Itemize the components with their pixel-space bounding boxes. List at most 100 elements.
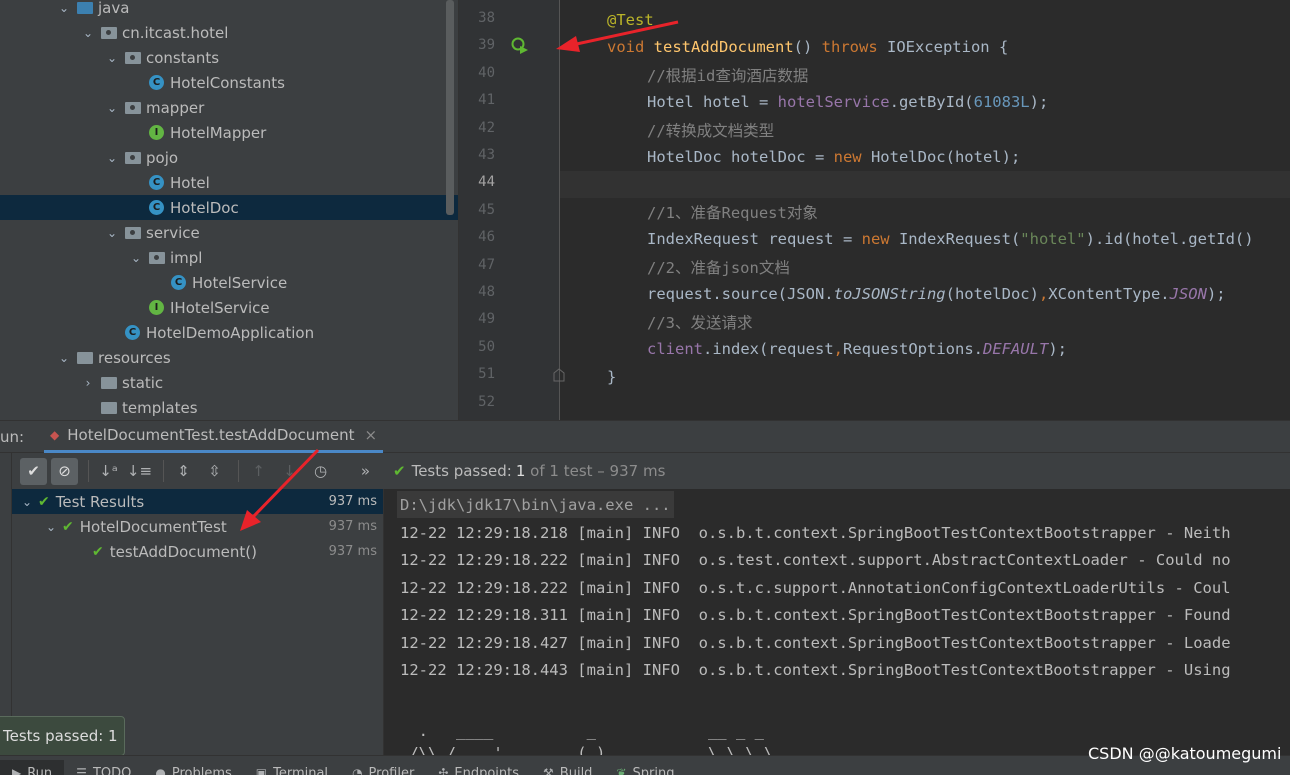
tree-item-label: resources — [98, 348, 171, 367]
tree-item-hoteldoc[interactable]: C HotelDoc — [0, 195, 458, 220]
next-failed-test-button[interactable]: ↓ — [276, 458, 303, 485]
line-number: 40 — [478, 64, 495, 81]
tree-item-hotelconstants[interactable]: C HotelConstants — [0, 70, 458, 95]
build-icon: ⚒ — [543, 766, 554, 775]
test-history-button[interactable]: ◷ — [307, 458, 334, 485]
checkmark-icon: ✔ — [38, 493, 50, 510]
tree-item-label: mapper — [146, 98, 205, 117]
code-line-49: //3、发送请求 — [647, 313, 753, 332]
bottom-tab-todo[interactable]: ☰ TODO — [64, 760, 143, 775]
toolbar-separator — [88, 460, 89, 482]
chevron-down-icon[interactable]: ⌄ — [56, 1, 72, 15]
run-configuration-tab[interactable]: ◆ HotelDocumentTest.testAddDocument × — [44, 420, 384, 453]
tree-item-java[interactable]: ⌄ java — [0, 0, 458, 20]
bottom-tab-problems[interactable]: ● Problems — [143, 760, 243, 775]
code-editor[interactable]: 38 39 40 41 42 43 44 45 46 47 48 49 50 51 52 @Test voi… — [458, 0, 1290, 420]
toolbar-separator — [163, 460, 164, 482]
bottom-tab-spring[interactable]: ❦ Spring — [604, 760, 686, 775]
previous-failed-test-button[interactable]: ↑ — [245, 458, 272, 485]
chevron-down-icon[interactable]: ⌄ — [56, 351, 72, 365]
package-icon — [124, 50, 141, 65]
bottom-tab-profiler[interactable]: ◔ Profiler — [340, 760, 426, 775]
tree-item-label: pojo — [146, 148, 179, 167]
tab-label: Spring — [632, 765, 675, 775]
tree-item-service[interactable]: ⌄ service — [0, 220, 458, 245]
line-number: 42 — [478, 119, 495, 136]
folder-icon — [100, 375, 117, 390]
console-output[interactable]: D:\jdk\jdk17\bin\java.exe ... 12-22 12:2… — [383, 489, 1290, 755]
tree-item-pojo[interactable]: ⌄ pojo — [0, 145, 458, 170]
tree-item-resources[interactable]: ⌄ resources — [0, 345, 458, 370]
close-icon[interactable]: × — [365, 426, 378, 444]
collapse-all-icon: ⇳ — [208, 462, 221, 480]
line-number: 52 — [478, 393, 495, 410]
chevron-down-icon[interactable]: ⌄ — [104, 151, 120, 165]
toolbar-separator — [238, 460, 239, 482]
tree-item-hotelservice[interactable]: C HotelService — [0, 270, 458, 295]
test-config-icon: ◆ — [50, 428, 60, 442]
tree-item-hotelmapper[interactable]: I HotelMapper — [0, 120, 458, 145]
checkmark-icon: ✔ — [393, 462, 406, 480]
more-actions-button[interactable]: » — [352, 458, 379, 485]
tree-item-label: HotelService — [192, 273, 288, 292]
tree-item-mapper[interactable]: ⌄ mapper — [0, 95, 458, 120]
tree-item-label: HotelMapper — [170, 123, 267, 142]
code-line-48: request.source(JSON. toJSONString (hotelDo… — [647, 284, 1226, 303]
fold-marker-icon[interactable] — [553, 368, 565, 382]
project-tree-scrollbar[interactable] — [446, 0, 454, 215]
tree-item-static[interactable]: › static — [0, 370, 458, 395]
console-log-line: 12-22 12:29:18.311 [main] INFO o.s.b.t.c… — [400, 605, 1231, 624]
chevron-down-icon[interactable]: ⌄ — [44, 520, 58, 534]
line-number: 38 — [478, 10, 495, 26]
sort-alpha-icon: ↓ᵃ — [99, 462, 118, 480]
test-tree-row-root[interactable]: ⌄ ✔ Test Results 937 ms — [12, 489, 383, 514]
class-icon: C — [148, 200, 165, 215]
tree-item-hoteldemoapplication[interactable]: C HotelDemoApplication — [0, 320, 458, 345]
spring-class-icon: C — [124, 325, 141, 340]
collapse-all-button[interactable]: ⇳ — [201, 458, 228, 485]
todo-icon: ☰ — [76, 766, 87, 775]
line-number: 49 — [478, 311, 495, 328]
tree-item-label: Hotel — [170, 173, 210, 192]
test-runner-toolbar: ✔ ⊘ ↓ᵃ ↓≡ ⇕ ⇳ ↑ ↓ ◷ » ✔ Tests passed: 1 … — [0, 453, 1290, 489]
chevron-down-icon[interactable]: ⌄ — [104, 101, 120, 115]
tree-item-impl[interactable]: ⌄ impl — [0, 245, 458, 270]
tree-item-cn-itcast-hotel[interactable]: ⌄ cn.itcast.hotel — [0, 20, 458, 45]
interface-icon: I — [148, 125, 165, 140]
test-tree-row-method[interactable]: ✔ testAddDocument() 937 ms — [12, 539, 383, 564]
chevron-right-icon[interactable]: › — [80, 376, 96, 390]
show-passed-toggle-button[interactable]: ✔ — [20, 457, 47, 485]
tree-item-hotel[interactable]: C Hotel — [0, 170, 458, 195]
chevron-down-icon[interactable]: ⌄ — [128, 251, 144, 265]
clock-icon: ◷ — [313, 462, 328, 480]
tree-item-templates[interactable]: templates — [0, 395, 458, 420]
tab-label: Terminal — [273, 765, 329, 775]
chevron-down-icon[interactable]: ⌄ — [80, 26, 96, 40]
bottom-tab-terminal[interactable]: ▣ Terminal — [244, 760, 340, 775]
bottom-tab-build[interactable]: ⚒ Build — [531, 760, 604, 775]
bottom-tab-run[interactable]: ▶ Run — [0, 760, 65, 775]
class-icon: C — [148, 175, 165, 190]
chevron-down-icon[interactable]: ⌄ — [104, 51, 120, 65]
tree-item-ihotelservice[interactable]: I IHotelService — [0, 295, 458, 320]
package-icon — [100, 25, 117, 40]
run-test-gutter-icon[interactable] — [511, 37, 529, 55]
sort-alphabetically-button[interactable]: ↓ᵃ — [95, 458, 122, 485]
code-line-42: //转换成文档类型 — [647, 121, 775, 140]
expand-all-button[interactable]: ⇕ — [170, 458, 197, 485]
code-line-43: HotelDoc hotelDoc = new HotelDoc(hotel); — [647, 147, 1021, 166]
tab-label: Endpoints — [454, 765, 520, 775]
run-side-toolbar — [0, 453, 12, 753]
line-number: 51 — [478, 366, 495, 383]
sort-by-duration-button[interactable]: ↓≡ — [126, 458, 153, 485]
code-line-38: @Test — [607, 10, 654, 29]
code-line-39: void testAddDocument() throws IOExceptio… — [607, 37, 1009, 56]
show-ignored-toggle-button[interactable]: ⊘ — [51, 457, 78, 485]
bottom-tab-endpoints[interactable]: ✣ Endpoints — [426, 760, 531, 775]
chevron-down-icon[interactable]: ⌄ — [20, 495, 34, 509]
test-tree-row-class[interactable]: ⌄ ✔ HotelDocumentTest 937 ms — [12, 514, 383, 539]
test-duration: 937 ms — [328, 519, 377, 534]
console-log-line: 12-22 12:29:18.222 [main] INFO o.s.t.c.s… — [400, 578, 1231, 597]
chevron-down-icon[interactable]: ⌄ — [104, 226, 120, 240]
tree-item-constants[interactable]: ⌄ constants — [0, 45, 458, 70]
